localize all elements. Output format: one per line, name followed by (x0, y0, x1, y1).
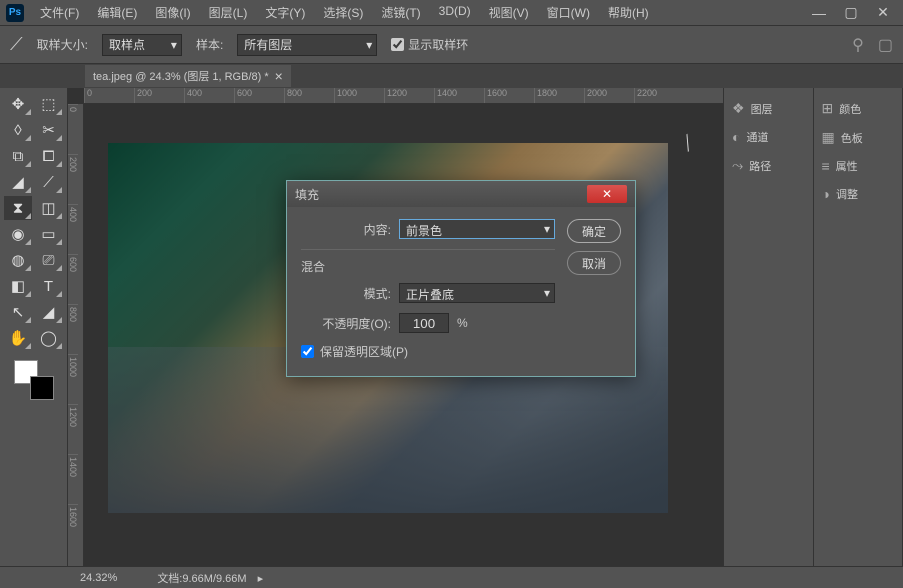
panel-tab[interactable]: ⊞颜色 (818, 94, 899, 123)
tool[interactable]: T (35, 274, 63, 298)
maximize-button[interactable]: ▢ (837, 3, 865, 23)
preserve-transparency-checkbox[interactable]: 保留透明区域(P) (301, 343, 555, 360)
sample-size-dropdown[interactable]: 取样点 (102, 34, 182, 56)
tool[interactable]: ⧠ (35, 144, 63, 168)
title-bar: Ps 文件(F)编辑(E)图像(I)图层(L)文字(Y)选择(S)滤镜(T)3D… (0, 0, 903, 26)
tool[interactable]: ⧉ (4, 144, 32, 168)
menu-item[interactable]: 选择(S) (315, 1, 371, 24)
opacity-unit: % (457, 316, 468, 330)
background-swatch[interactable] (30, 376, 54, 400)
panel-icon: ◑ (822, 186, 830, 202)
tool[interactable]: ◧ (4, 274, 32, 298)
menu-item[interactable]: 图层(L) (201, 1, 256, 24)
status-bar: 24.32% 文档:9.66M/9.66M ▸ (0, 566, 903, 588)
tool[interactable]: ◍ (4, 248, 32, 272)
options-bar: ⟋ 取样大小: 取样点 样本: 所有图层 显示取样环 ⚲ ▢ (0, 26, 903, 64)
menu-item[interactable]: 文字(Y) (257, 1, 313, 24)
panel-tab[interactable]: ❖图层 (728, 94, 809, 123)
tool[interactable]: ↖ (4, 300, 32, 324)
content-dropdown[interactable]: 前景色 (399, 219, 555, 239)
zoom-level[interactable]: 24.32% (10, 572, 117, 584)
panel-icon: ▦ (822, 129, 835, 146)
panel-tab[interactable]: ⤳路径 (728, 151, 809, 180)
show-ring-checkbox[interactable]: 显示取样环 (391, 36, 468, 53)
menu-item[interactable]: 图像(I) (147, 1, 198, 24)
opacity-input[interactable] (399, 313, 449, 333)
panel-tab[interactable]: ◑调整 (818, 180, 899, 208)
panel-icon: ⤳ (732, 157, 743, 174)
panel-tab[interactable]: ◐通道 (728, 123, 809, 151)
sample-label: 样本: (196, 36, 223, 53)
tool[interactable]: ◢ (4, 170, 32, 194)
menu-item[interactable]: 编辑(E) (89, 1, 145, 24)
content-label: 内容: (301, 221, 391, 238)
tool[interactable]: ⬚ (35, 92, 63, 116)
search-icon[interactable]: ⚲ (852, 35, 864, 55)
opacity-label: 不透明度(O): (301, 315, 391, 332)
tool[interactable]: ◉ (4, 222, 32, 246)
dialog-titlebar[interactable]: 填充 ✕ (287, 181, 635, 207)
eyedropper-cursor-icon: ⟋ (677, 132, 701, 156)
mode-label: 模式: (301, 285, 391, 302)
close-tab-icon[interactable]: × (275, 68, 283, 84)
panel-icon: ≡ (822, 158, 830, 174)
main-menu: 文件(F)编辑(E)图像(I)图层(L)文字(Y)选择(S)滤镜(T)3D(D)… (32, 1, 657, 24)
panels-dock: ❖图层◐通道⤳路径 ⊞颜色▦色板≡属性◑调整 (723, 88, 903, 566)
workspace-icon[interactable]: ▢ (878, 35, 893, 55)
menu-item[interactable]: 帮助(H) (600, 1, 657, 24)
menu-item[interactable]: 视图(V) (481, 1, 537, 24)
tool[interactable]: ◯ (35, 326, 63, 350)
sample-size-label: 取样大小: (37, 36, 88, 53)
menu-item[interactable]: 文件(F) (32, 1, 87, 24)
sample-layers-dropdown[interactable]: 所有图层 (237, 34, 377, 56)
dialog-close-button[interactable]: ✕ (587, 185, 627, 203)
eyedropper-icon: ⟋ (10, 34, 23, 55)
tool[interactable]: ◊ (4, 118, 32, 142)
color-swatches[interactable] (14, 360, 54, 400)
close-button[interactable]: ✕ (869, 3, 897, 23)
fill-dialog: 填充 ✕ 内容: 前景色 混合 模式: 正片叠底 不透明度(O): % (286, 180, 636, 377)
tool[interactable]: ⟋ (35, 170, 63, 194)
blend-group-label: 混合 (301, 258, 555, 275)
panel-tab[interactable]: ≡属性 (818, 152, 899, 180)
chevron-right-icon[interactable]: ▸ (250, 573, 264, 585)
app-logo: Ps (6, 4, 24, 22)
minimize-button[interactable]: — (805, 3, 833, 23)
panel-icon: ❖ (732, 100, 745, 117)
dialog-title: 填充 (295, 186, 319, 203)
tool[interactable]: ✥ (4, 92, 32, 116)
panel-icon: ◐ (732, 129, 740, 145)
tool[interactable]: ⎚ (35, 248, 63, 272)
panel-icon: ⊞ (822, 100, 834, 117)
tool[interactable]: ▭ (35, 222, 63, 246)
tool[interactable]: ◫ (35, 196, 63, 220)
document-tab-bar: tea.jpeg @ 24.3% (图层 1, RGB/8) * × (0, 64, 903, 88)
document-tab[interactable]: tea.jpeg @ 24.3% (图层 1, RGB/8) * × (85, 65, 291, 87)
tool[interactable]: ⧗ (4, 196, 32, 220)
doc-size-value: 9.66M/9.66M (182, 573, 246, 585)
panel-tab[interactable]: ▦色板 (818, 123, 899, 152)
menu-item[interactable]: 窗口(W) (539, 1, 598, 24)
tool[interactable]: ✋ (4, 326, 32, 350)
tool[interactable]: ✂ (35, 118, 63, 142)
menu-item[interactable]: 滤镜(T) (373, 1, 428, 24)
tool[interactable]: ◢ (35, 300, 63, 324)
ruler-vertical: 02004006008001000120014001600 (68, 104, 84, 566)
doc-size-label: 文档: (157, 573, 182, 585)
cancel-button[interactable]: 取消 (567, 251, 621, 275)
ok-button[interactable]: 确定 (567, 219, 621, 243)
toolbox: ✥⬚◊✂⧉⧠◢⟋⧗◫◉▭◍⎚◧T↖◢✋◯ (0, 88, 68, 566)
menu-item[interactable]: 3D(D) (431, 1, 479, 24)
ruler-horizontal: 0200400600800100012001400160018002000220… (84, 88, 723, 104)
mode-dropdown[interactable]: 正片叠底 (399, 283, 555, 303)
